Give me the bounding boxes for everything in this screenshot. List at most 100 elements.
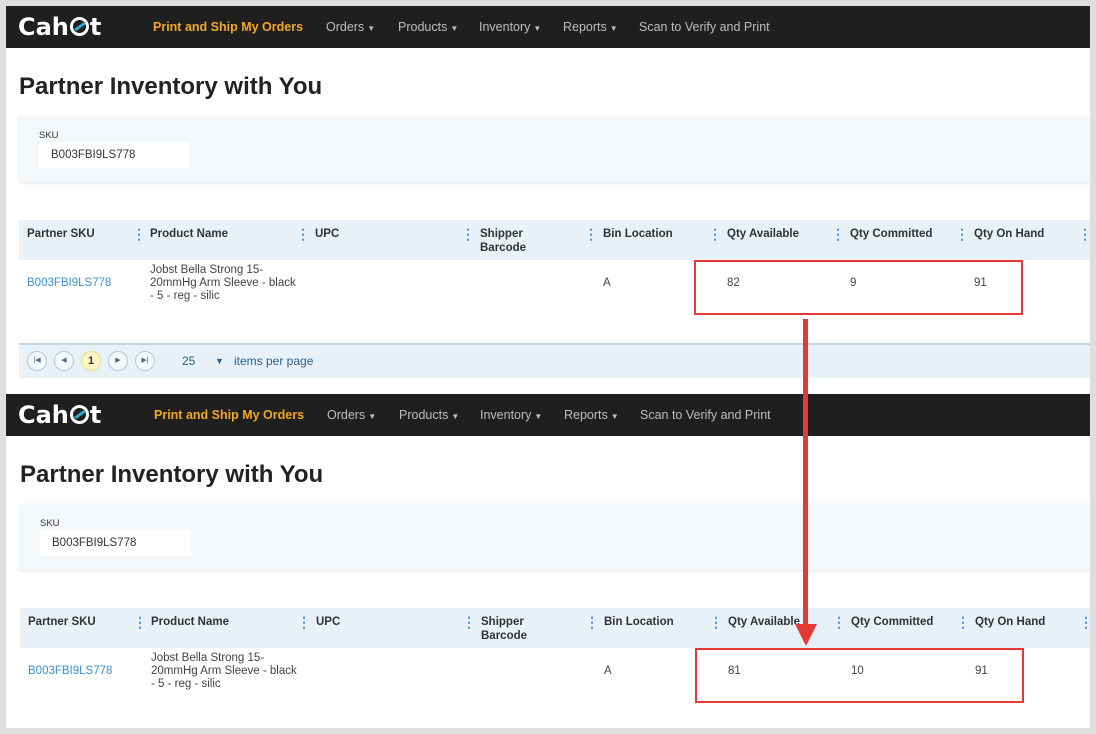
col-qty-on-hand[interactable]: Qty On Hand	[974, 227, 1044, 241]
column-menu-icon[interactable]: ⋮	[297, 614, 311, 631]
column-menu-icon[interactable]: ⋮	[462, 614, 476, 631]
grid-header: Partner SKU ⋮ Product Name ⋮ UPC ⋮ Shipp…	[20, 608, 1090, 648]
nav-inventory-label: Inventory	[480, 408, 532, 422]
nav-orders-label: Orders	[326, 20, 365, 34]
last-page-icon[interactable]: ▶|	[135, 351, 155, 371]
sku-input[interactable]	[40, 530, 191, 556]
items-per-page-label: items per page	[234, 354, 314, 368]
nav-products[interactable]: Products ▼	[399, 408, 459, 422]
pager: |◀ ◀ 1 ▶ ▶| 25 ▼ items per page	[19, 343, 1090, 378]
first-page-icon[interactable]: |◀	[27, 351, 47, 371]
product-name-line: 20mmHg Arm Sleeve - black	[150, 277, 296, 289]
current-page-button[interactable]: 1	[81, 351, 101, 371]
dropdown-caret-icon: ▼	[533, 24, 542, 33]
annotation-arrow-line	[803, 319, 808, 629]
filter-panel: SKU	[19, 116, 1090, 182]
col-qty-available[interactable]: Qty Available	[727, 227, 799, 241]
dropdown-caret-icon: ▼	[450, 24, 459, 33]
partner-sku-link[interactable]: B003FBI9LS778	[27, 277, 111, 290]
nav-print-ship[interactable]: Print and Ship My Orders	[154, 408, 304, 422]
column-menu-icon[interactable]: ⋮	[133, 614, 147, 631]
screenshot-before: Cah t Print and Ship My Orders Orders ▼ Pr…	[6, 6, 1090, 394]
column-menu-icon[interactable]: ⋮	[709, 614, 723, 631]
dropdown-caret-icon: ▼	[451, 412, 460, 421]
col-product-name[interactable]: Product Name	[151, 615, 229, 629]
nav-scan-verify[interactable]: Scan to Verify and Print	[639, 20, 770, 34]
column-menu-icon[interactable]: ⋮	[832, 614, 846, 631]
column-menu-icon[interactable]: ⋮	[831, 226, 845, 243]
col-qty-committed[interactable]: Qty Committed	[850, 227, 932, 241]
top-navbar: Cah t Print and Ship My Orders Orders ▼ Pr…	[6, 6, 1090, 48]
nav-reports-label: Reports	[563, 20, 607, 34]
page-title: Partner Inventory with You	[19, 73, 323, 100]
bin-location-cell: A	[604, 665, 612, 677]
nav-inventory-label: Inventory	[479, 20, 531, 34]
nav-inventory[interactable]: Inventory ▼	[479, 20, 541, 34]
column-menu-icon[interactable]: ⋮	[708, 226, 722, 243]
nav-products[interactable]: Products ▼	[398, 20, 458, 34]
col-upc[interactable]: UPC	[315, 227, 339, 241]
col-product-name[interactable]: Product Name	[150, 227, 228, 241]
column-menu-icon[interactable]: ⋮	[132, 226, 146, 243]
col-shipper-line1: Shipper	[480, 228, 523, 240]
col-bin-location[interactable]: Bin Location	[604, 615, 674, 629]
nav-orders-label: Orders	[327, 408, 366, 422]
nav-products-label: Products	[399, 408, 449, 422]
col-qty-available[interactable]: Qty Available	[728, 615, 800, 629]
col-shipper-line2: Barcode	[481, 630, 528, 642]
prev-page-icon[interactable]: ◀	[54, 351, 74, 371]
screenshot-after: Cah t Print and Ship My Orders Orders ▼ Pr…	[6, 394, 1090, 728]
highlight-box-after	[695, 648, 1024, 703]
sku-label: SKU	[39, 130, 59, 141]
column-menu-icon[interactable]: ⋮	[461, 226, 475, 243]
col-shipper-barcode[interactable]: Shipper Barcode	[481, 615, 527, 643]
nav-inventory[interactable]: Inventory ▼	[480, 408, 542, 422]
col-partner-sku[interactable]: Partner SKU	[28, 615, 96, 629]
col-upc[interactable]: UPC	[316, 615, 340, 629]
sku-input[interactable]	[39, 142, 190, 168]
product-name-line: - 5 - reg - silic	[150, 290, 220, 302]
col-qty-on-hand[interactable]: Qty On Hand	[975, 615, 1045, 629]
cahoot-logo[interactable]: Cah t	[18, 13, 101, 41]
product-name-cell: Jobst Bella Strong 15- 20mmHg Arm Sleeve …	[151, 652, 297, 691]
top-navbar: Cah t Print and Ship My Orders Orders ▼ Pr…	[6, 394, 1090, 436]
product-name-line: Jobst Bella Strong 15-	[150, 264, 264, 276]
col-partner-sku[interactable]: Partner SKU	[27, 227, 95, 241]
dropdown-caret-icon: ▼	[368, 412, 377, 421]
nav-products-label: Products	[398, 20, 448, 34]
column-menu-icon[interactable]: ⋮	[955, 226, 969, 243]
product-name-line: - 5 - reg - silic	[151, 678, 221, 690]
nav-scan-verify[interactable]: Scan to Verify and Print	[640, 408, 771, 422]
nav-reports[interactable]: Reports ▼	[563, 20, 618, 34]
nav-orders[interactable]: Orders ▼	[327, 408, 376, 422]
col-shipper-line2: Barcode	[480, 242, 527, 254]
column-menu-icon[interactable]: ⋮	[585, 614, 599, 631]
column-menu-icon[interactable]: ⋮	[1079, 614, 1090, 631]
sku-label: SKU	[40, 518, 60, 529]
column-menu-icon[interactable]: ⋮	[956, 614, 970, 631]
col-shipper-barcode[interactable]: Shipper Barcode	[480, 227, 526, 255]
nav-reports-label: Reports	[564, 408, 608, 422]
product-name-cell: Jobst Bella Strong 15- 20mmHg Arm Sleeve …	[150, 264, 296, 303]
partner-sku-link[interactable]: B003FBI9LS778	[28, 665, 112, 678]
cahoot-logo[interactable]: Cah t	[18, 401, 101, 429]
dropdown-caret-icon: ▼	[367, 24, 376, 33]
page-title: Partner Inventory with You	[20, 461, 324, 488]
nav-reports[interactable]: Reports ▼	[564, 408, 619, 422]
screenshot-frame: Cah t Print and Ship My Orders Orders ▼ Pr…	[6, 6, 1090, 728]
dropdown-caret-icon: ▼	[609, 24, 618, 33]
column-menu-icon[interactable]: ⋮	[1078, 226, 1090, 243]
column-menu-icon[interactable]: ⋮	[296, 226, 310, 243]
product-name-line: 20mmHg Arm Sleeve - black	[151, 665, 297, 677]
col-shipper-line1: Shipper	[481, 616, 524, 628]
page-size-select[interactable]: 25	[182, 354, 195, 368]
column-menu-icon[interactable]: ⋮	[584, 226, 598, 243]
nav-print-ship[interactable]: Print and Ship My Orders	[153, 20, 303, 34]
grid-header: Partner SKU ⋮ Product Name ⋮ UPC ⋮ Shipp…	[19, 220, 1090, 260]
next-page-icon[interactable]: ▶	[108, 351, 128, 371]
chevron-down-icon[interactable]: ▼	[215, 356, 224, 366]
col-bin-location[interactable]: Bin Location	[603, 227, 673, 241]
dropdown-caret-icon: ▼	[534, 412, 543, 421]
col-qty-committed[interactable]: Qty Committed	[851, 615, 933, 629]
nav-orders[interactable]: Orders ▼	[326, 20, 375, 34]
